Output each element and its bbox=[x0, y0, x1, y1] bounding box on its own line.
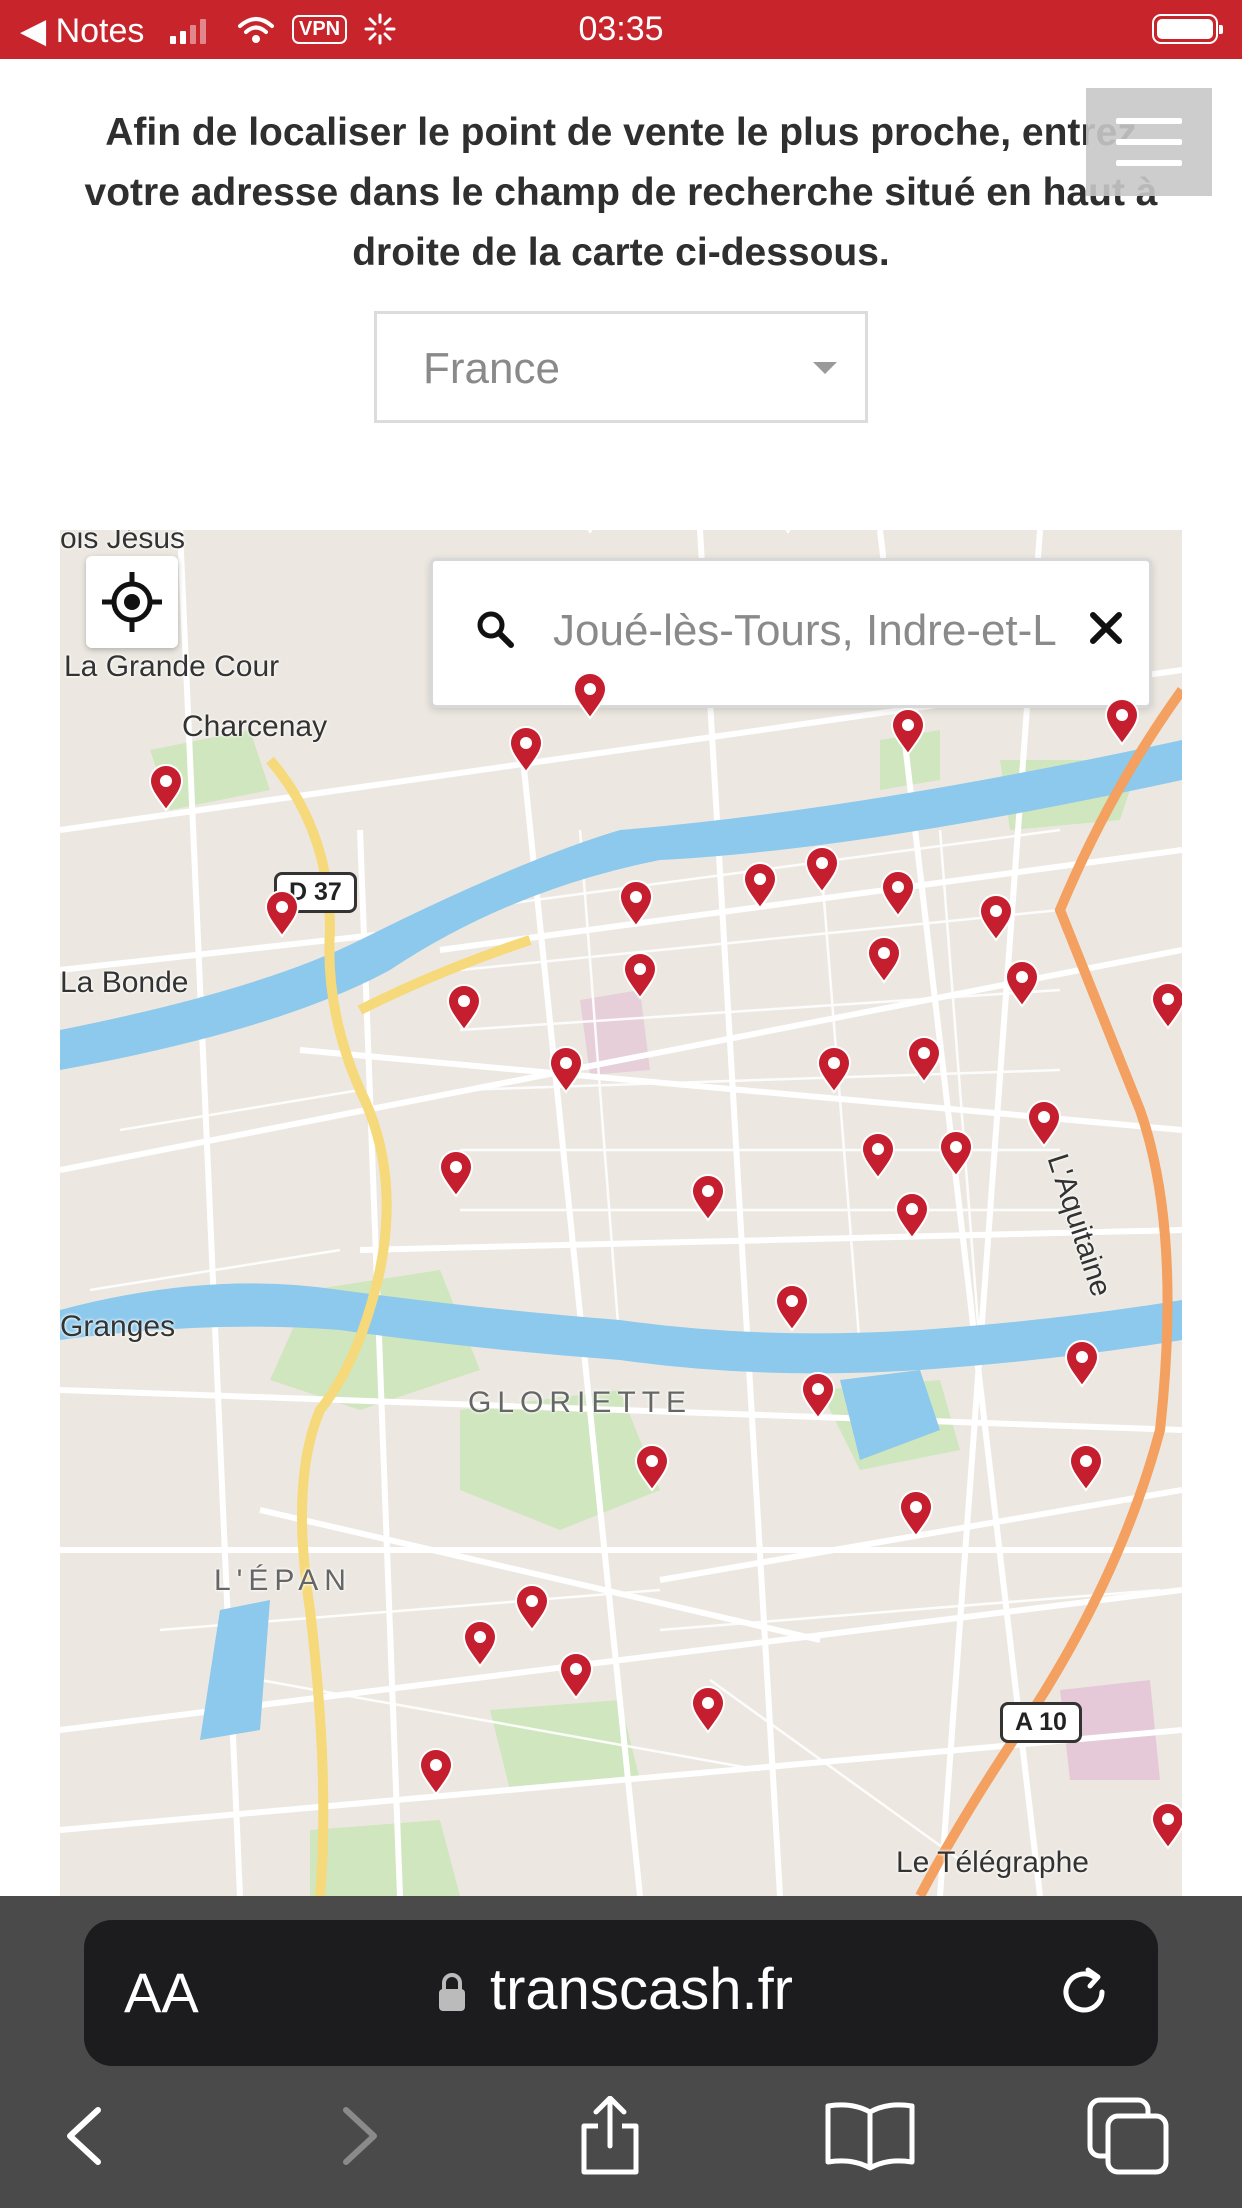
url-domain: transcash.fr bbox=[490, 1957, 793, 2022]
status-bar: ◀ Notes VPN 03:35 bbox=[0, 0, 1242, 59]
battery-icon bbox=[1152, 14, 1223, 44]
map-pin-icon[interactable] bbox=[558, 1652, 594, 1700]
address-bar[interactable]: AA transcash.fr bbox=[84, 1920, 1158, 2066]
map-pin-icon[interactable] bbox=[618, 880, 654, 928]
locate-me-icon bbox=[102, 572, 162, 632]
map-label: Charcenay bbox=[182, 710, 328, 743]
back-icon[interactable] bbox=[58, 2096, 118, 2176]
address-search-input[interactable] bbox=[553, 591, 1073, 671]
map-pin-icon[interactable] bbox=[690, 1686, 726, 1734]
map-pin-icon[interactable] bbox=[1150, 1802, 1182, 1850]
close-icon[interactable] bbox=[1079, 601, 1133, 655]
map-pin-icon[interactable] bbox=[418, 1748, 454, 1796]
store-map[interactable]: ois Jésus La Grande Cour Charcenay La Bo… bbox=[60, 530, 1182, 1896]
map-pin-icon[interactable] bbox=[898, 1490, 934, 1538]
map-label: Granges bbox=[60, 1310, 176, 1343]
search-icon bbox=[477, 611, 514, 648]
map-pin-icon[interactable] bbox=[906, 1036, 942, 1084]
map-pin-icon[interactable] bbox=[622, 952, 658, 1000]
reload-icon[interactable] bbox=[1052, 1960, 1116, 2024]
map-label: La Grande Cour bbox=[64, 650, 280, 683]
map-label: Le Télégraphe bbox=[896, 1846, 1089, 1879]
map-pin-icon[interactable] bbox=[1004, 960, 1040, 1008]
share-icon[interactable] bbox=[570, 2096, 650, 2176]
map-pin-icon[interactable] bbox=[890, 708, 926, 756]
map-pin-icon[interactable] bbox=[514, 1584, 550, 1632]
map-pin-icon[interactable] bbox=[690, 1174, 726, 1222]
map-pin-icon[interactable] bbox=[572, 672, 608, 720]
safari-bottom-bar: AA transcash.fr bbox=[0, 1896, 1242, 2208]
map-pin-icon[interactable] bbox=[438, 1150, 474, 1198]
lock-icon bbox=[439, 1973, 465, 2011]
store-locator-instructions: Afin de localiser le point de vente le p… bbox=[84, 111, 1158, 274]
country-select[interactable]: France bbox=[374, 311, 868, 423]
map-pin-icon[interactable] bbox=[774, 1284, 810, 1332]
hamburger-menu-icon[interactable] bbox=[1086, 88, 1212, 196]
map-pin-icon[interactable] bbox=[508, 726, 544, 774]
map-pin-icon[interactable] bbox=[880, 870, 916, 918]
map-pin-icon[interactable] bbox=[1064, 1340, 1100, 1388]
map-pin-icon[interactable] bbox=[938, 1130, 974, 1178]
map-pin-icon[interactable] bbox=[462, 1620, 498, 1668]
map-pin-icon[interactable] bbox=[1068, 1444, 1104, 1492]
text-size-button[interactable]: AA bbox=[124, 1960, 199, 2025]
map-pin-icon[interactable] bbox=[1150, 982, 1182, 1030]
clock: 03:35 bbox=[578, 10, 664, 48]
map-pin-icon[interactable] bbox=[1104, 698, 1140, 746]
map-pin-icon[interactable] bbox=[634, 1444, 670, 1492]
locate-me-button[interactable] bbox=[86, 556, 178, 648]
map-pin-icon[interactable] bbox=[866, 936, 902, 984]
map-pin-icon[interactable] bbox=[816, 1046, 852, 1094]
map-pin-icon[interactable] bbox=[770, 530, 806, 534]
bookmarks-icon[interactable] bbox=[822, 2096, 918, 2176]
map-pin-icon[interactable] bbox=[860, 1132, 896, 1180]
map-pin-icon[interactable] bbox=[742, 862, 778, 910]
map-pin-icon[interactable] bbox=[446, 984, 482, 1032]
map-pin-icon[interactable] bbox=[894, 1192, 930, 1240]
map-pin-icon[interactable] bbox=[804, 846, 840, 894]
map-pin-icon[interactable] bbox=[572, 530, 608, 534]
map-label: La Bonde bbox=[60, 966, 189, 999]
map-pin-icon[interactable] bbox=[548, 1046, 584, 1094]
road-shield: A 10 bbox=[1000, 1702, 1082, 1743]
map-pin-icon[interactable] bbox=[148, 764, 184, 812]
map-pin-icon[interactable] bbox=[978, 894, 1014, 942]
country-select-value: France bbox=[423, 344, 560, 393]
forward-icon[interactable] bbox=[326, 2096, 386, 2176]
chevron-down-icon bbox=[813, 362, 837, 374]
tabs-icon[interactable] bbox=[1086, 2096, 1172, 2176]
map-pin-icon[interactable] bbox=[800, 1372, 836, 1420]
map-pin-icon[interactable] bbox=[1026, 1100, 1062, 1148]
map-label-district: L'ÉPAN bbox=[214, 1564, 352, 1597]
map-pin-icon[interactable] bbox=[264, 890, 300, 938]
map-search-box bbox=[430, 558, 1152, 708]
map-label-district: GLORIETTE bbox=[468, 1386, 693, 1419]
map-label: ois Jésus bbox=[60, 530, 186, 555]
